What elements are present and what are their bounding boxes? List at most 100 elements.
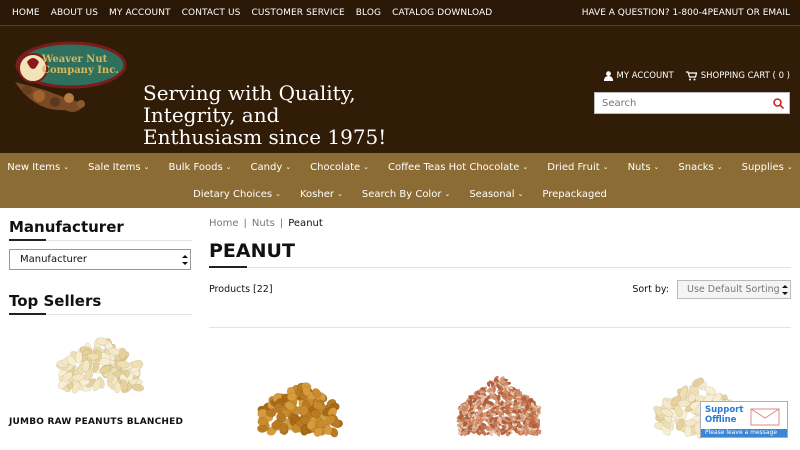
sort-label: Sort by: xyxy=(632,284,669,295)
breadcrumb-nuts[interactable]: Nuts xyxy=(252,218,275,229)
nav-item-new-items[interactable]: New Items ⌄ xyxy=(7,162,69,173)
nav-item-kosher[interactable]: Kosher ⌄ xyxy=(300,189,343,200)
nav-item-search-by-color[interactable]: Search By Color ⌄ xyxy=(362,189,450,200)
top-link-catalog-download[interactable]: CATALOG DOWNLOAD xyxy=(392,8,492,18)
nav-item-label: Search By Color xyxy=(361,188,442,200)
nav-item-label: Chocolate xyxy=(310,161,361,173)
nav-item-label: Kosher xyxy=(299,188,334,200)
nav-item-dietary-choices[interactable]: Dietary Choices ⌄ xyxy=(193,189,281,200)
top-link-contact-us[interactable]: CONTACT US xyxy=(182,8,241,18)
support-line1: Support xyxy=(705,405,744,415)
product-image-honey-roasted-peanuts[interactable] xyxy=(255,372,345,444)
contact-text: HAVE A QUESTION? 1-800-4PEANUT OR EMAIL xyxy=(581,7,790,18)
nav-item-nuts[interactable]: Nuts ⌄ xyxy=(628,162,660,173)
top-links: HOME ABOUT US MY ACCOUNT CONTACT US CUSTOMER… xyxy=(12,8,503,18)
select-arrows-icon xyxy=(182,254,188,265)
page-title: PEANUT xyxy=(209,240,791,268)
page-title-text: PEANUT xyxy=(209,240,295,262)
search-button[interactable] xyxy=(767,93,789,113)
logo-text: Weaver Nut Company Inc. xyxy=(42,54,119,76)
nav-item-dried-fruit[interactable]: Dried Fruit ⌄ xyxy=(547,162,608,173)
manufacturer-select[interactable]: Manufacturer xyxy=(9,249,191,270)
nav-item-chocolate[interactable]: Chocolate ⌄ xyxy=(310,162,369,173)
top-seller-name[interactable]: JUMBO RAW PEANUTS BLANCHED xyxy=(9,417,192,427)
support-message-bar: Please leave a message xyxy=(701,429,787,437)
nav-item-sale-items[interactable]: Sale Items ⌄ xyxy=(88,162,149,173)
nav-item-prepackaged[interactable]: Prepackaged xyxy=(542,189,606,200)
main-content: Home | Nuts | Peanut PEANUT Products [22… xyxy=(209,218,791,328)
support-line2: Offline xyxy=(705,415,737,425)
nav-item-supplies[interactable]: Supplies ⌄ xyxy=(742,162,793,173)
chevron-down-icon: ⌄ xyxy=(786,163,793,171)
my-account-label: MY ACCOUNT xyxy=(616,71,674,81)
top-sellers-heading-text: Top Sellers xyxy=(9,292,102,310)
nav-item-coffee-teas-hot-chocolate[interactable]: Coffee Teas Hot Chocolate ⌄ xyxy=(388,162,528,173)
nav-item-label: Sale Items xyxy=(88,161,141,173)
top-utility-bar: HOME ABOUT US MY ACCOUNT CONTACT US CUSTOMER… xyxy=(0,0,800,26)
weaver-nut-logo[interactable] xyxy=(9,38,127,122)
chevron-down-icon: ⌄ xyxy=(275,190,281,198)
site-header: Weaver Nut Company Inc. Serving with Qua… xyxy=(0,26,800,153)
top-link-my-account[interactable]: MY ACCOUNT xyxy=(109,8,171,18)
chevron-down-icon: ⌄ xyxy=(336,190,343,198)
nav-item-label: Candy xyxy=(250,161,283,173)
shopping-cart-link[interactable]: SHOPPING CART ( 0 ) xyxy=(685,71,790,81)
top-link-blog[interactable]: BLOG xyxy=(356,8,381,18)
top-sellers-heading: Top Sellers xyxy=(9,292,192,315)
top-seller-image[interactable] xyxy=(55,329,145,399)
chevron-down-icon: ⌄ xyxy=(522,163,529,171)
nav-item-label: Snacks xyxy=(678,161,714,173)
breadcrumb-separator: | xyxy=(243,218,247,229)
heading-underline xyxy=(9,239,46,241)
top-link-home[interactable]: HOME xyxy=(12,8,40,18)
chevron-down-icon: ⌄ xyxy=(716,163,723,171)
divider xyxy=(209,327,791,328)
search-icon xyxy=(772,97,784,109)
tagline-line: Enthusiasm since 1975! xyxy=(143,125,387,149)
products-count: Products [22] xyxy=(209,284,273,295)
breadcrumb-current: Peanut xyxy=(288,218,323,229)
account-links: MY ACCOUNT SHOPPING CART ( 0 ) xyxy=(603,71,790,81)
chevron-down-icon: ⌄ xyxy=(285,163,292,171)
search-input[interactable] xyxy=(595,93,767,113)
chevron-down-icon: ⌄ xyxy=(653,163,660,171)
sort-control: Sort by: Use Default Sorting xyxy=(632,280,791,299)
cart-icon xyxy=(685,71,697,81)
top-link-customer-service[interactable]: CUSTOMER SERVICE xyxy=(251,8,344,18)
support-text: Support Offline xyxy=(705,405,743,425)
chevron-down-icon: ⌄ xyxy=(444,190,451,198)
product-image-chopped-peanuts[interactable] xyxy=(452,366,546,446)
chevron-down-icon: ⌄ xyxy=(143,163,150,171)
support-offline-widget[interactable]: Support Offline Please leave a message xyxy=(700,401,788,438)
top-link-about-us[interactable]: ABOUT US xyxy=(51,8,98,18)
breadcrumb: Home | Nuts | Peanut xyxy=(209,218,791,229)
heading-underline xyxy=(9,313,46,315)
manufacturer-select-value: Manufacturer xyxy=(20,254,87,265)
chevron-down-icon: ⌄ xyxy=(363,163,370,171)
sort-select-value: Use Default Sorting xyxy=(687,284,780,295)
breadcrumb-home[interactable]: Home xyxy=(209,218,239,229)
user-icon xyxy=(603,71,613,81)
chevron-down-icon: ⌄ xyxy=(63,163,70,171)
nav-item-candy[interactable]: Candy ⌄ xyxy=(251,162,292,173)
main-nav: New Items ⌄ Sale Items ⌄ Bulk Foods ⌄ Candy ⌄ Ch… xyxy=(0,153,800,208)
nav-item-label: Dried Fruit xyxy=(547,161,600,173)
nav-item-label: New Items xyxy=(7,161,61,173)
nav-item-label: Supplies xyxy=(741,161,784,173)
manufacturer-heading: Manufacturer xyxy=(9,218,192,241)
nav-item-bulk-foods[interactable]: Bulk Foods ⌄ xyxy=(169,162,232,173)
chevron-down-icon: ⌄ xyxy=(517,190,524,198)
nav-item-snacks[interactable]: Snacks ⌄ xyxy=(678,162,722,173)
tagline-line: Serving with Quality, xyxy=(143,81,356,105)
envelope-icon xyxy=(750,408,780,426)
nav-item-label: Seasonal xyxy=(469,188,515,200)
nav-item-seasonal[interactable]: Seasonal ⌄ xyxy=(469,189,523,200)
nav-item-label: Nuts xyxy=(627,161,651,173)
sort-select[interactable]: Use Default Sorting xyxy=(677,280,791,299)
tagline-line: Integrity, and xyxy=(143,103,280,127)
my-account-link[interactable]: MY ACCOUNT xyxy=(603,71,674,81)
nav-item-label: Dietary Choices xyxy=(193,188,273,200)
chevron-down-icon: ⌄ xyxy=(602,163,609,171)
breadcrumb-separator: | xyxy=(279,218,284,229)
nav-row: New Items ⌄ Sale Items ⌄ Bulk Foods ⌄ Candy ⌄ Ch… xyxy=(0,154,800,181)
